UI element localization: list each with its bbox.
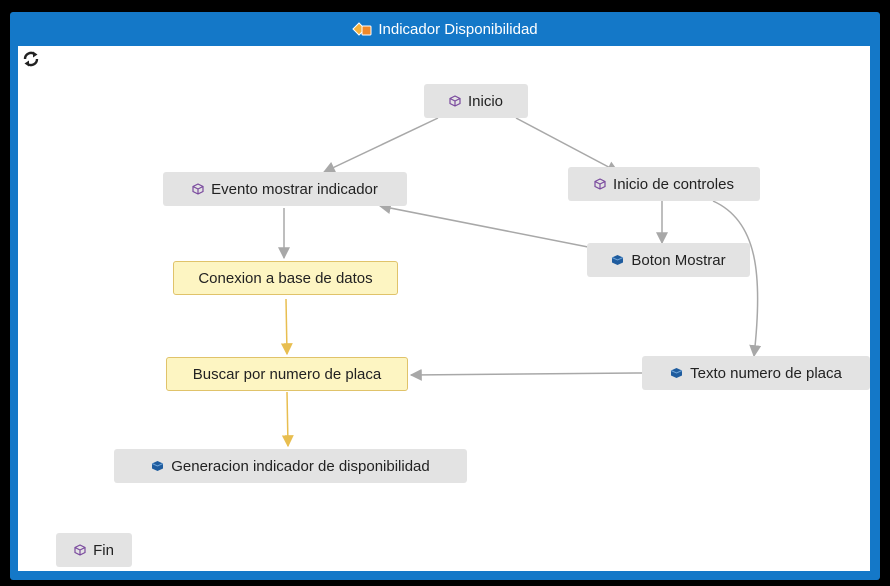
cube-solid-icon — [670, 367, 683, 379]
node-label: Boton Mostrar — [631, 251, 726, 269]
node-conexion-a-base-de-datos[interactable]: Conexion a base de datos — [173, 261, 398, 295]
node-label: Buscar por numero de placa — [192, 365, 382, 383]
edge-inicio-controles-texto-placa — [712, 200, 762, 358]
node-label: Inicio — [467, 92, 504, 110]
node-label: Inicio de controles — [613, 175, 734, 193]
node-label: Generacion indicador de disponibilidad — [171, 457, 430, 475]
node-generacion-indicador-de-disponibilidad[interactable]: Generacion indicador de disponibilidad — [114, 449, 467, 483]
node-boton-mostrar[interactable]: Boton Mostrar — [587, 243, 750, 277]
edge-buscar-generacion — [281, 391, 294, 448]
edge-boton-mostrar-evento — [378, 202, 589, 248]
node-label: Evento mostrar indicador — [211, 180, 378, 198]
edge-inicio-inicio-controles — [515, 117, 620, 173]
node-fin[interactable]: Fin — [56, 533, 132, 567]
node-label: Fin — [93, 541, 114, 559]
edge-conexion-buscar — [280, 298, 293, 356]
node-buscar-por-numero-de-placa[interactable]: Buscar por numero de placa — [166, 357, 408, 391]
window-title: Indicador Disponibilidad — [378, 20, 538, 38]
node-label: Conexion a base de datos — [198, 269, 373, 287]
workflow-icon — [352, 20, 372, 38]
diagram-canvas[interactable]: Inicio Evento mostrar indicador Inicio d… — [18, 46, 870, 571]
edges-layer — [278, 117, 762, 448]
cube-outline-icon — [192, 183, 204, 195]
node-label: Texto numero de placa — [690, 364, 842, 382]
cube-outline-icon — [594, 178, 606, 190]
cube-solid-icon — [611, 254, 624, 266]
cube-outline-icon — [74, 544, 86, 556]
cube-outline-icon — [449, 95, 461, 107]
edge-texto-placa-buscar — [409, 368, 643, 381]
title-bar: Indicador Disponibilidad — [10, 12, 880, 46]
node-evento-mostrar-indicador[interactable]: Evento mostrar indicador — [163, 172, 407, 206]
node-texto-numero-de-placa[interactable]: Texto numero de placa — [642, 356, 870, 390]
node-inicio[interactable]: Inicio — [424, 84, 528, 118]
cube-solid-icon — [151, 460, 164, 472]
refresh-icon[interactable] — [22, 50, 40, 68]
node-inicio-de-controles[interactable]: Inicio de controles — [568, 167, 760, 201]
edge-inicio-evento — [322, 117, 439, 173]
diagram-window: Indicador Disponibilidad Inicio Evento m… — [10, 12, 880, 580]
